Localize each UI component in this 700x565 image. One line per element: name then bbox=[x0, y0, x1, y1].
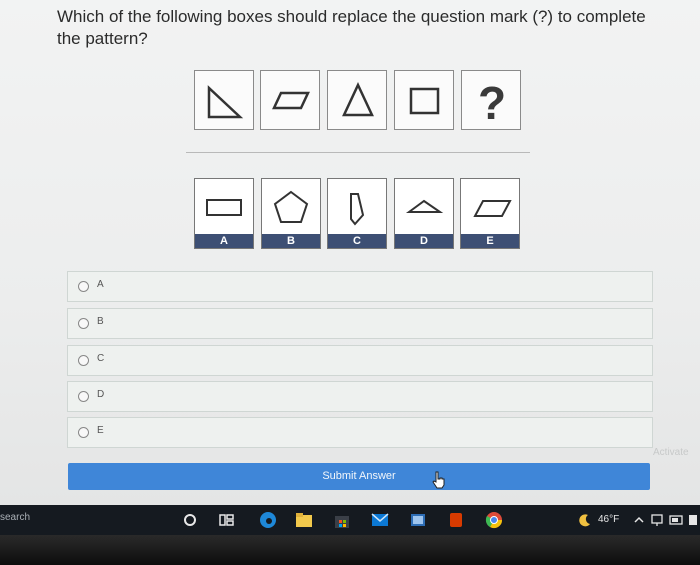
chevron-up-icon[interactable] bbox=[634, 515, 644, 525]
hand-cursor-icon bbox=[432, 471, 445, 489]
option-figure-b: B bbox=[261, 178, 321, 249]
pattern-box-3 bbox=[327, 70, 387, 130]
radio-button[interactable] bbox=[78, 318, 89, 329]
quiz-screen: Which of the following boxes should repl… bbox=[0, 0, 700, 505]
svg-text:?: ? bbox=[478, 77, 506, 129]
store-icon[interactable] bbox=[333, 511, 351, 529]
parallelogram-shape bbox=[272, 91, 310, 110]
option-figure-label: A bbox=[195, 234, 253, 248]
weather-moon-icon[interactable] bbox=[578, 513, 592, 527]
choice-label: D bbox=[97, 389, 105, 400]
square-shape bbox=[409, 87, 440, 115]
submit-answer-label: Submit Answer bbox=[322, 470, 396, 482]
windows-taskbar: search 46°F bbox=[0, 505, 700, 535]
option-figure-c: C bbox=[327, 178, 387, 249]
option-figure-label: B bbox=[262, 234, 320, 248]
choice-d[interactable]: D bbox=[67, 381, 653, 412]
app-window-icon[interactable] bbox=[409, 512, 427, 528]
task-view-icon[interactable] bbox=[219, 512, 235, 528]
flat-diamond-shape bbox=[405, 199, 444, 213]
choice-a[interactable]: A bbox=[67, 271, 653, 302]
pattern-box-5: ? bbox=[461, 70, 521, 130]
activate-windows-watermark: Activate bbox=[653, 447, 689, 458]
option-figure-d: D bbox=[394, 178, 454, 249]
monitor-bezel bbox=[0, 535, 700, 565]
submit-answer-button[interactable]: Submit Answer bbox=[68, 463, 650, 490]
chrome-icon[interactable] bbox=[485, 511, 503, 529]
choice-label: E bbox=[97, 425, 104, 436]
radio-button[interactable] bbox=[78, 391, 89, 402]
choice-c[interactable]: C bbox=[67, 345, 653, 376]
pattern-box-2 bbox=[260, 70, 320, 130]
divider-line bbox=[186, 152, 530, 153]
option-figure-label: D bbox=[395, 234, 453, 248]
notification-icon[interactable] bbox=[688, 513, 698, 527]
battery-icon[interactable] bbox=[669, 513, 685, 527]
radio-button[interactable] bbox=[78, 355, 89, 366]
triangle-shape bbox=[342, 82, 374, 117]
cortana-icon[interactable] bbox=[183, 513, 197, 527]
radio-button[interactable] bbox=[78, 427, 89, 438]
pattern-box-4 bbox=[394, 70, 454, 130]
choice-e[interactable]: E bbox=[67, 417, 653, 448]
rectangle-shape bbox=[206, 199, 242, 216]
question-text: Which of the following boxes should repl… bbox=[57, 7, 646, 48]
right-triangle-shape bbox=[207, 85, 244, 119]
choice-label: C bbox=[97, 353, 105, 364]
option-figure-label: C bbox=[328, 234, 386, 248]
option-figure-label: E bbox=[461, 234, 519, 248]
choice-b[interactable]: B bbox=[67, 308, 653, 339]
option-figure-a: A bbox=[194, 178, 254, 249]
file-explorer-icon[interactable] bbox=[295, 512, 313, 528]
question-mark-icon: ? bbox=[478, 77, 506, 129]
mail-icon[interactable] bbox=[371, 512, 389, 528]
edge-browser-icon[interactable] bbox=[259, 511, 277, 529]
weather-temperature[interactable]: 46°F bbox=[598, 514, 619, 525]
network-icon[interactable] bbox=[650, 513, 664, 527]
option-figure-e: E bbox=[460, 178, 520, 249]
office-icon[interactable] bbox=[447, 511, 465, 529]
pattern-box-1 bbox=[194, 70, 254, 130]
taskbar-search[interactable]: search bbox=[0, 512, 30, 523]
choice-label: A bbox=[97, 279, 104, 290]
choice-label: B bbox=[97, 316, 104, 327]
pentagon-shape bbox=[273, 190, 309, 223]
slanted-quadrilateral-shape bbox=[350, 193, 365, 226]
radio-button[interactable] bbox=[78, 281, 89, 292]
parallelogram-shape bbox=[473, 200, 512, 217]
